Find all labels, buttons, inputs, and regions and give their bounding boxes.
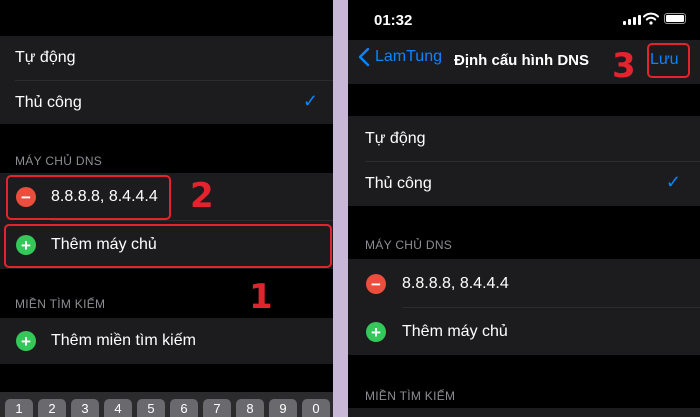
- annotation-box-step-1: [4, 224, 332, 268]
- mode-option-automatic[interactable]: Tự động: [348, 116, 700, 161]
- remove-circle-icon[interactable]: −: [366, 274, 386, 294]
- mode-option-automatic[interactable]: Tự động: [0, 36, 333, 80]
- chevron-left-icon: [358, 47, 370, 67]
- keyboard-key[interactable]: 0: [302, 399, 330, 417]
- back-button-label: LamTung: [375, 48, 442, 65]
- battery-icon: [664, 13, 686, 24]
- right-phone-screen: 01:32 LamTung Định cấu hình DNS Lưu 3 Tự…: [348, 0, 700, 417]
- keyboard-key[interactable]: 4: [104, 399, 132, 417]
- annotation-number-2: 2: [190, 176, 214, 216]
- checkmark-icon: ✓: [665, 172, 681, 192]
- left-phone-screen: Tự động Thủ công ✓ MÁY CHỦ DNS − 8.8.8.8…: [0, 0, 333, 417]
- mode-option-automatic-label: Tự động: [365, 129, 426, 147]
- annotation-number-3: 3: [612, 46, 636, 86]
- keyboard-key[interactable]: 7: [203, 399, 231, 417]
- add-circle-icon[interactable]: +: [366, 322, 386, 342]
- dns-servers-section-title: MÁY CHỦ DNS: [15, 154, 103, 168]
- status-time: 01:32: [374, 12, 413, 29]
- mode-option-manual-label: Thủ công: [365, 175, 432, 192]
- add-circle-icon[interactable]: +: [16, 331, 36, 351]
- add-search-domain-row[interactable]: + Thêm miền tìm kiếm: [0, 318, 333, 364]
- annotation-number-1: 1: [249, 277, 273, 317]
- wifi-icon: [643, 12, 659, 25]
- back-button[interactable]: LamTung: [358, 47, 442, 67]
- annotation-box-step-3: [647, 43, 690, 78]
- keyboard-key[interactable]: 3: [71, 399, 99, 417]
- mode-option-automatic-label: Tự động: [15, 49, 76, 66]
- search-domains-section-title: MIỀN TÌM KIẾM: [15, 297, 106, 311]
- search-domains-section-title: MIỀN TÌM KIẾM: [365, 389, 456, 403]
- keyboard-key[interactable]: 1: [5, 399, 33, 417]
- search-domains-group: [348, 408, 700, 417]
- keyboard-key[interactable]: 8: [236, 399, 264, 417]
- dns-server-entry[interactable]: − 8.8.8.8, 8.4.4.4: [348, 259, 700, 307]
- keyboard-key[interactable]: 2: [38, 399, 66, 417]
- signal-icon: [623, 14, 641, 25]
- dns-servers-section-title: MÁY CHỦ DNS: [365, 238, 453, 252]
- mode-option-manual-label: Thủ công: [15, 93, 82, 111]
- keyboard-key[interactable]: 5: [137, 399, 165, 417]
- add-server-label: Thêm máy chủ: [402, 323, 508, 340]
- checkmark-icon: ✓: [302, 91, 318, 111]
- keyboard-key[interactable]: 9: [269, 399, 297, 417]
- annotation-box-step-2: [6, 175, 171, 220]
- mode-option-manual[interactable]: Thủ công ✓: [0, 81, 333, 124]
- page-title: Định cấu hình DNS: [454, 52, 589, 69]
- numeric-keyboard: 1 2 3 4 5 6 7 8 9 0: [0, 392, 333, 417]
- mode-option-manual[interactable]: Thủ công ✓: [348, 162, 700, 206]
- keyboard-key[interactable]: 6: [170, 399, 198, 417]
- add-search-domain-label: Thêm miền tìm kiếm: [51, 332, 196, 349]
- dns-server-value: 8.8.8.8, 8.4.4.4: [402, 275, 509, 292]
- add-server-row[interactable]: + Thêm máy chủ: [348, 308, 700, 355]
